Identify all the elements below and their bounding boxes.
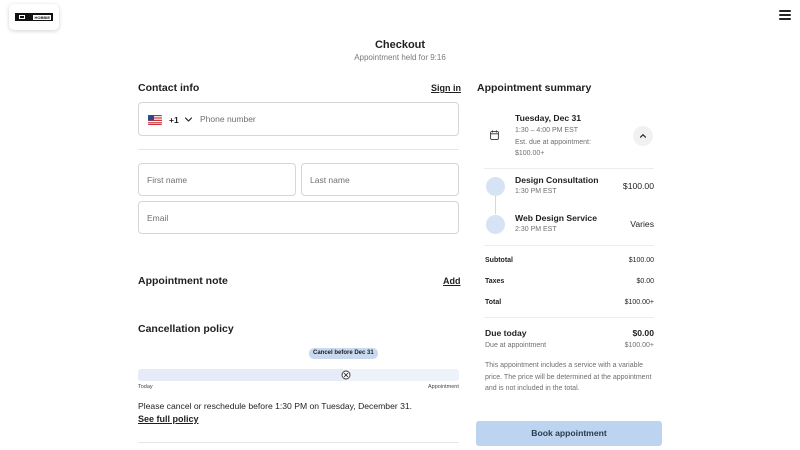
due-at-appointment-label: Due at appointment: [485, 342, 547, 349]
last-name-field[interactable]: [301, 163, 459, 196]
summary-date: Tuesday, Dec 31: [515, 113, 582, 123]
contact-info-heading: Contact info: [138, 82, 200, 94]
summary-est-due-value: $100.00+: [515, 150, 545, 157]
timeline-today-label: Today: [138, 384, 153, 390]
service-dot: [486, 177, 505, 196]
first-name-input[interactable]: [139, 164, 295, 195]
hold-timer-text: Appointment held for 9:16: [354, 53, 446, 62]
collapse-summary-button[interactable]: [633, 126, 653, 146]
taxes-value: $0.00: [636, 278, 654, 285]
service-name: Design Consultation: [515, 175, 599, 185]
cancellation-policy-heading: Cancellation policy: [138, 323, 234, 335]
email-input[interactable]: [139, 202, 458, 233]
divider: [484, 245, 654, 246]
taxes-label: Taxes: [485, 278, 505, 285]
service-time: 1:30 PM EST: [515, 188, 557, 195]
variable-price-note: This appointment includes a service with…: [485, 362, 652, 392]
subtotal-label: Subtotal: [485, 257, 513, 264]
phone-input[interactable]: [139, 103, 458, 135]
phone-field[interactable]: +1: [138, 102, 459, 136]
chevron-up-icon: [639, 134, 647, 138]
first-name-field[interactable]: [138, 163, 296, 196]
total-value: $100.00+: [624, 299, 654, 306]
see-full-policy-link[interactable]: See full policy: [138, 414, 199, 424]
service-time: 2:30 PM EST: [515, 226, 557, 233]
divider: [484, 317, 654, 318]
service-dot: [486, 215, 505, 234]
divider: [138, 442, 459, 443]
cancel-deadline-marker-icon: [341, 370, 351, 380]
total-label: Total: [485, 299, 502, 306]
divider: [138, 149, 459, 150]
add-note-link[interactable]: Add: [443, 276, 461, 286]
due-today-value: $0.00: [632, 328, 654, 338]
cancellation-policy-text: Please cancel or reschedule before 1:30 …: [138, 401, 413, 411]
calendar-icon: [490, 130, 499, 140]
page-title: Checkout: [374, 39, 426, 51]
cancellation-timeline: [138, 369, 459, 381]
email-field[interactable]: [138, 201, 459, 234]
divider: [484, 168, 654, 169]
timeline-fill: [138, 369, 347, 381]
brand-logo[interactable]: HOBBIE: [9, 4, 59, 30]
cancel-deadline-badge: Cancel before Dec 31: [309, 348, 378, 359]
last-name-input[interactable]: [302, 164, 458, 195]
appointment-summary-heading: Appointment summary: [477, 82, 592, 94]
logo-glyph-icon: [19, 15, 25, 19]
hamburger-menu-icon[interactable]: [779, 10, 791, 20]
book-appointment-button[interactable]: Book appointment: [476, 421, 662, 446]
timeline-appointment-label: Appointment: [428, 384, 459, 390]
logo-mark: HOBBIE: [15, 13, 53, 21]
logo-text: HOBBIE: [33, 14, 51, 20]
summary-time-range: 1:30 – 4:00 PM EST: [515, 127, 579, 134]
service-price: $100.00: [622, 181, 654, 191]
appointment-note-heading: Appointment note: [138, 275, 228, 287]
summary-est-due-label: Est. due at appointment:: [515, 139, 591, 146]
service-name: Web Design Service: [515, 213, 597, 223]
subtotal-value: $100.00: [628, 257, 654, 264]
service-price: Varies: [630, 219, 654, 229]
service-connector: [495, 196, 496, 214]
sign-in-link[interactable]: Sign in: [431, 83, 461, 93]
due-at-appointment-value: $100.00+: [624, 342, 654, 349]
due-today-label: Due today: [485, 328, 527, 338]
